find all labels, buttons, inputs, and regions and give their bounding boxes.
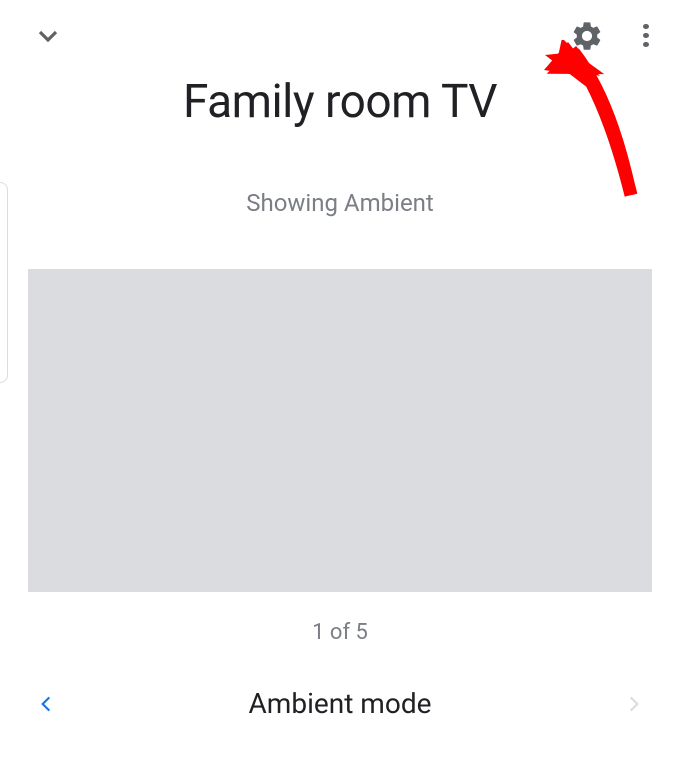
carousel: Ambient mode	[0, 687, 680, 720]
settings-button[interactable]	[570, 19, 604, 53]
status-text: Showing Ambient	[0, 189, 680, 217]
chevron-left-icon	[36, 690, 56, 718]
chevron-right-icon	[624, 690, 644, 718]
device-title: Family room TV	[0, 75, 680, 129]
top-right-actions	[570, 19, 658, 53]
top-bar	[0, 0, 680, 55]
gear-icon	[570, 19, 604, 53]
chevron-down-icon	[36, 23, 60, 49]
side-drawer-handle[interactable]	[0, 182, 8, 383]
title-section: Family room TV Showing Ambient	[0, 75, 680, 217]
ambient-preview[interactable]	[28, 269, 652, 592]
collapse-button[interactable]	[36, 24, 60, 48]
overflow-menu-button[interactable]	[634, 24, 658, 48]
pagination-text: 1 of 5	[0, 620, 680, 645]
dots-vertical-icon	[643, 24, 649, 29]
carousel-prev-button[interactable]	[30, 688, 62, 720]
carousel-next-button[interactable]	[618, 688, 650, 720]
carousel-mode-label: Ambient mode	[249, 687, 432, 720]
